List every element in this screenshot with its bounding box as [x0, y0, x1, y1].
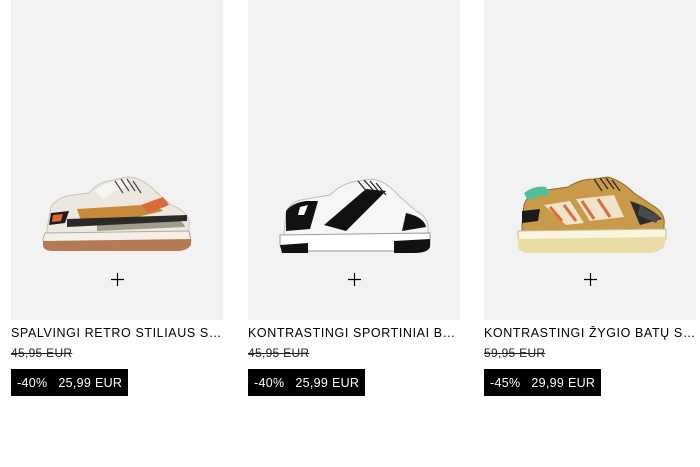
product-image[interactable]: [484, 0, 696, 320]
product-card: KONTRASTINGI ŽYGIO BATŲ STILIA... 59,95 …: [484, 0, 696, 396]
sale-price: 25,99 EUR: [58, 375, 123, 390]
sale-price-tag: -40% 25,99 EUR: [248, 369, 366, 396]
sale-price-tag: -40% 25,99 EUR: [11, 369, 129, 396]
original-price: 45,95 EUR: [11, 346, 73, 360]
discount-badge: -40%: [254, 375, 285, 390]
sneaker-image: [517, 176, 667, 253]
product-card: KONTRASTINGI SPORTINIAI BATELIAI 45,95 E…: [248, 0, 460, 396]
sale-price: 29,99 EUR: [531, 375, 596, 390]
product-image[interactable]: [248, 0, 460, 320]
add-to-bag-button[interactable]: [104, 266, 130, 292]
sale-price-tag: -45% 29,99 EUR: [484, 369, 602, 396]
sale-price: 25,99 EUR: [295, 375, 360, 390]
product-card: SPALVINGI RETRO STILIAUS SPORT... 45,95 …: [11, 0, 223, 396]
sneaker-image: [279, 178, 431, 253]
product-image[interactable]: [11, 0, 223, 320]
discount-badge: -40%: [17, 375, 48, 390]
add-to-bag-button[interactable]: [341, 266, 367, 292]
sneaker-image: [42, 176, 192, 251]
plus-icon: [583, 272, 597, 286]
discount-badge: -45%: [490, 375, 521, 390]
product-name[interactable]: KONTRASTINGI ŽYGIO BATŲ STILIA...: [484, 326, 696, 341]
original-price: 59,95 EUR: [484, 346, 546, 360]
plus-icon: [347, 272, 361, 286]
product-name[interactable]: SPALVINGI RETRO STILIAUS SPORT...: [11, 326, 223, 341]
add-to-bag-button[interactable]: [577, 266, 603, 292]
original-price: 45,95 EUR: [248, 346, 310, 360]
plus-icon: [110, 272, 124, 286]
product-grid: SPALVINGI RETRO STILIAUS SPORT... 45,95 …: [0, 0, 700, 467]
product-name[interactable]: KONTRASTINGI SPORTINIAI BATELIAI: [248, 326, 460, 341]
